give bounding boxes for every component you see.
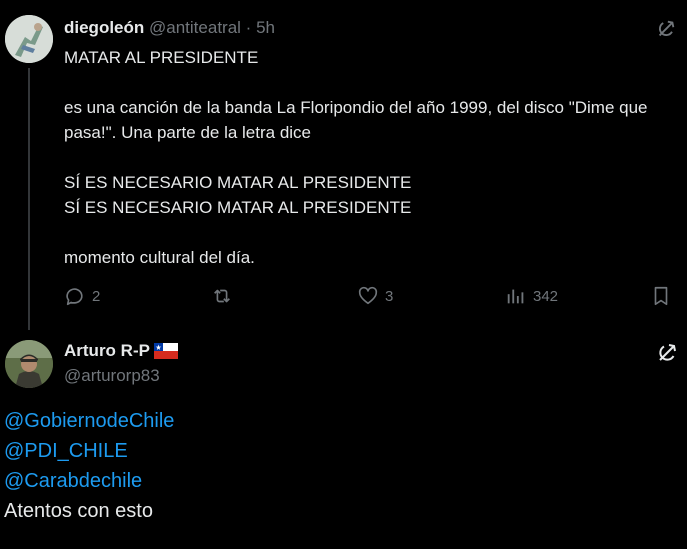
like-icon <box>357 285 379 307</box>
bookmark-icon <box>650 285 672 307</box>
tweet-header: diegoleón @antiteatral · 5h <box>64 18 275 38</box>
mention-link[interactable]: @Carabdechile <box>4 466 174 496</box>
bookmark-button[interactable] <box>650 285 672 307</box>
parent-tweet[interactable]: diegoleón @antiteatral · 5h MATAR AL PRE… <box>0 0 687 335</box>
author-name-row[interactable]: Arturo R-P <box>64 341 178 361</box>
tweet-text: MATAR AL PRESIDENTE es una canción de la… <box>64 45 679 270</box>
retweet-button[interactable] <box>210 285 240 307</box>
chile-flag-icon <box>153 343 178 359</box>
reply-body: Atentos con esto <box>4 500 153 522</box>
grok-icon[interactable] <box>655 18 677 40</box>
avatar[interactable] <box>5 15 53 63</box>
reply-text: @GobiernodeChile @PDI_CHILE @Carabdechil… <box>4 406 174 526</box>
retweet-icon <box>210 285 234 307</box>
separator: · <box>245 18 252 37</box>
timeline: diegoleón @antiteatral · 5h MATAR AL PRE… <box>0 0 687 549</box>
views-icon <box>505 285 527 307</box>
timestamp[interactable]: 5h <box>256 18 275 37</box>
tweet-line: SÍ ES NECESARIO MATAR AL PRESIDENTE <box>64 173 412 192</box>
like-count: 3 <box>385 287 394 305</box>
views-count: 342 <box>533 287 559 305</box>
grok-icon[interactable] <box>655 341 679 365</box>
tweet-line: MATAR AL PRESIDENTE <box>64 48 259 67</box>
author-handle[interactable]: @arturorp83 <box>64 366 160 386</box>
mention-link[interactable]: @GobiernodeChile <box>4 406 174 436</box>
tweet-line: SÍ ES NECESARIO MATAR AL PRESIDENTE <box>64 198 412 217</box>
author-name[interactable]: Arturo R-P <box>64 341 150 361</box>
reply-icon <box>64 285 86 307</box>
reply-button[interactable]: 2 <box>64 285 100 307</box>
avatar[interactable] <box>5 340 53 388</box>
like-button[interactable]: 3 <box>357 285 393 307</box>
views-button[interactable]: 342 <box>505 285 558 307</box>
author-handle[interactable]: @antiteatral <box>149 18 241 37</box>
mention-link[interactable]: @PDI_CHILE <box>4 436 174 466</box>
author-name[interactable]: diegoleón <box>64 18 144 37</box>
tweet-line: es una canción de la banda La Floripondi… <box>64 98 648 142</box>
reply-count: 2 <box>92 287 101 305</box>
tweet-line: momento cultural del día. <box>64 248 255 267</box>
tweet-actions: 2 3 342 <box>0 285 687 309</box>
